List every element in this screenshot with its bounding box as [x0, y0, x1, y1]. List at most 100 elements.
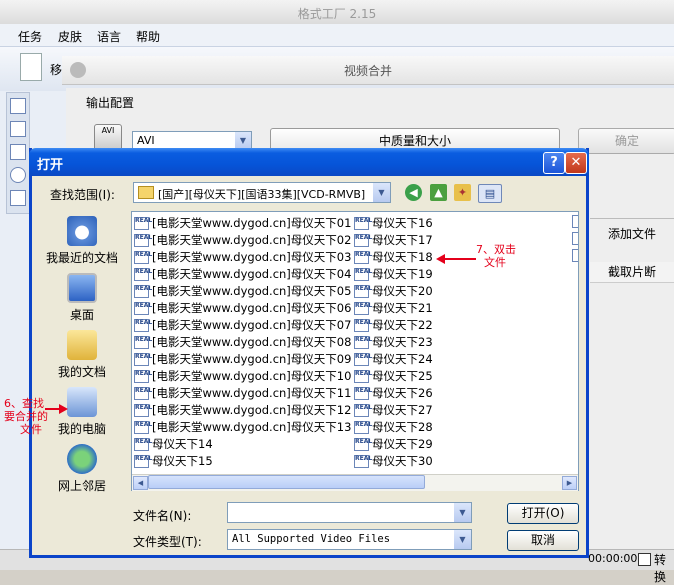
add-file-button[interactable]: 添加文件	[590, 218, 674, 249]
chevron-down-icon[interactable]: ▼	[454, 530, 471, 549]
real-media-file-icon: REAL	[134, 285, 152, 298]
desktop-icon	[67, 273, 97, 303]
status-time: 00:00:00	[588, 552, 638, 565]
help-button[interactable]: ?	[543, 152, 565, 174]
category-sidebar	[6, 92, 30, 214]
file-name: [电影天堂www.dygod.cn]母仪天下09	[152, 352, 352, 366]
open-button[interactable]: 打开(O)	[507, 503, 579, 524]
chevron-down-icon[interactable]: ▼	[373, 183, 390, 202]
real-media-file-icon: REAL	[134, 217, 152, 230]
close-button[interactable]: ✕	[565, 152, 587, 174]
real-media-file-icon: REAL	[134, 319, 152, 332]
cancel-button[interactable]: 取消	[507, 530, 579, 551]
real-media-file-icon: REAL	[134, 353, 152, 366]
filename-input[interactable]: ▼	[227, 502, 472, 523]
real-media-file-icon: REAL	[354, 234, 372, 247]
file-name: [电影天堂www.dygod.cn]母仪天下04	[152, 267, 352, 281]
file-name: 母仪天下18	[372, 250, 433, 264]
scroll-right-icon[interactable]: ▶	[562, 476, 577, 490]
real-media-file-icon: REAL	[354, 251, 372, 264]
menu-help[interactable]: 帮助	[136, 28, 160, 45]
place-desktop-label: 桌面	[69, 308, 94, 322]
annotation-step6-arrow	[45, 408, 59, 410]
annotation-step7-arrow	[444, 258, 476, 260]
place-my-computer[interactable]: 我的电脑	[40, 387, 124, 437]
real-media-file-icon: REAL	[354, 404, 372, 417]
file-name: [电影天堂www.dygod.cn]母仪天下07	[152, 318, 352, 332]
place-my-documents[interactable]: 我的文档	[40, 330, 124, 380]
up-folder-icon[interactable]: ▲	[430, 184, 447, 201]
new-folder-icon[interactable]: ✦	[454, 184, 471, 201]
real-media-file-icon: REAL	[134, 370, 152, 383]
file-list-overflow-column	[572, 215, 578, 465]
place-recent[interactable]: 我最近的文档	[40, 216, 124, 266]
file-name: [电影天堂www.dygod.cn]母仪天下08	[152, 335, 352, 349]
real-media-file-icon: REAL	[354, 302, 372, 315]
network-globe-icon	[67, 444, 97, 474]
convert-checkbox[interactable]	[638, 553, 651, 566]
file-name: 母仪天下22	[372, 318, 433, 332]
place-network[interactable]: 网上邻居	[40, 444, 124, 494]
real-media-file-icon: REAL	[134, 455, 152, 468]
toolbar-partial-label: 移	[50, 63, 63, 77]
real-media-file-icon: REAL	[134, 234, 152, 247]
file-name: [电影天堂www.dygod.cn]母仪天下06	[152, 301, 352, 315]
file-name: [电影天堂www.dygod.cn]母仪天下01	[152, 216, 352, 230]
real-media-file-icon: REAL	[354, 438, 372, 451]
image-category-icon[interactable]	[10, 144, 26, 160]
real-media-file-icon: REAL	[354, 353, 372, 366]
scroll-left-icon[interactable]: ◀	[133, 476, 148, 490]
view-menu-icon[interactable]: ▤	[478, 184, 502, 203]
ok-button[interactable]: 确定	[578, 128, 674, 154]
file-name: 母仪天下26	[372, 386, 433, 400]
real-media-file-icon: REAL	[354, 336, 372, 349]
clip-column-header: 截取片断	[590, 262, 674, 283]
file-name: 母仪天下23	[372, 335, 433, 349]
filetype-select[interactable]: All Supported Video Files ▼	[227, 529, 472, 550]
real-media-file-icon	[572, 232, 578, 245]
app-title: 格式工厂 2.15	[297, 7, 377, 21]
merge-window-title: 视频合并	[343, 64, 392, 78]
look-in-value: [国产][母仪天下][国语33集][VCD-RMVB]	[158, 188, 366, 201]
file-name: 母仪天下16	[372, 216, 433, 230]
scrollbar-thumb[interactable]	[148, 475, 425, 489]
real-media-file-icon: REAL	[354, 387, 372, 400]
real-media-file-icon: REAL	[354, 455, 372, 468]
audio-category-icon[interactable]	[10, 121, 26, 137]
menu-language[interactable]: 语言	[97, 28, 121, 45]
real-media-file-icon: REAL	[134, 387, 152, 400]
file-name: [电影天堂www.dygod.cn]母仪天下03	[152, 250, 352, 264]
output-format-value: AVI	[137, 134, 155, 147]
real-media-file-icon: REAL	[354, 319, 372, 332]
real-media-file-icon: REAL	[354, 370, 372, 383]
file-name: [电影天堂www.dygod.cn]母仪天下12	[152, 403, 352, 417]
place-my-computer-label: 我的电脑	[57, 422, 106, 436]
menu-skin[interactable]: 皮肤	[58, 28, 82, 45]
video-category-icon[interactable]	[10, 98, 26, 114]
folder-icon	[138, 186, 154, 199]
annotation-step7-line1: 7、双击	[476, 243, 516, 256]
real-media-file-icon: REAL	[354, 217, 372, 230]
filetype-label: 文件类型(T):	[133, 535, 202, 549]
annotation-step6-line2: 要合并的	[4, 410, 48, 423]
convert-label: 转换	[654, 553, 667, 584]
file-name: 母仪天下29	[372, 437, 433, 451]
real-media-file-icon: REAL	[134, 251, 152, 264]
file-name: [电影天堂www.dygod.cn]母仪天下10	[152, 369, 352, 383]
file-name: 母仪天下17	[372, 233, 433, 247]
advanced-category-icon[interactable]	[10, 190, 26, 206]
real-media-file-icon: REAL	[134, 404, 152, 417]
back-icon[interactable]: ◀	[405, 184, 422, 201]
look-in-select[interactable]: [国产][母仪天下][国语33集][VCD-RMVB] ▼	[133, 182, 391, 203]
real-media-file-icon: REAL	[354, 268, 372, 281]
file-name: 母仪天下27	[372, 403, 433, 417]
menu-task[interactable]: 任务	[18, 28, 42, 45]
document-icon[interactable]	[20, 53, 42, 81]
disc-category-icon[interactable]	[10, 167, 26, 183]
annotation-step7-line2: 文件	[484, 256, 506, 269]
file-name: [电影天堂www.dygod.cn]母仪天下02	[152, 233, 352, 247]
chevron-down-icon[interactable]: ▼	[454, 503, 471, 522]
file-name: 母仪天下24	[372, 352, 433, 366]
place-desktop[interactable]: 桌面	[40, 273, 124, 323]
my-computer-icon	[67, 387, 97, 417]
